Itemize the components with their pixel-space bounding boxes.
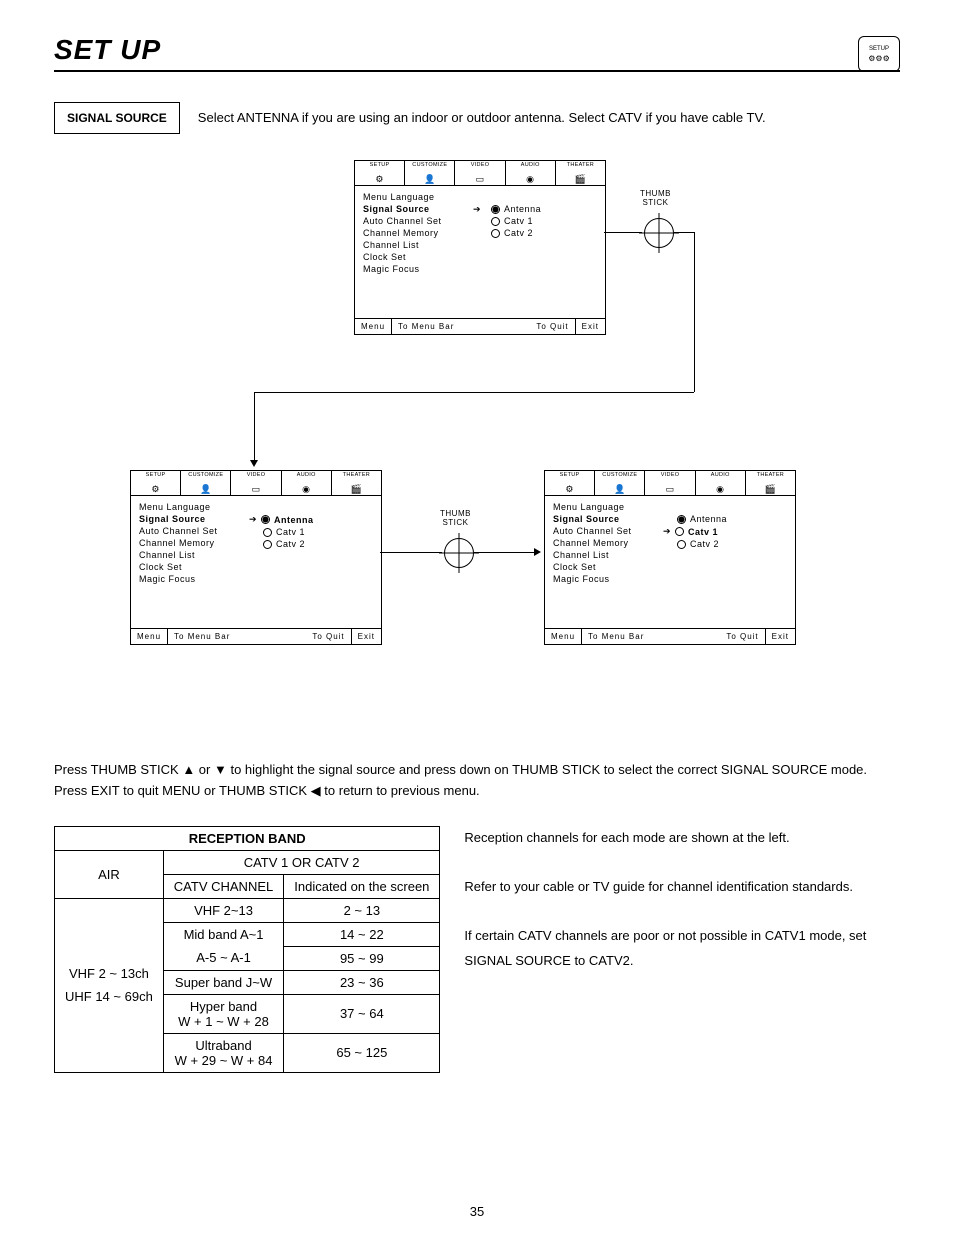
thumb-label-1: THUMB STICK — [640, 190, 671, 208]
thumb-stick-2 — [444, 538, 474, 568]
osd-screen-1: SETUP⚙ CUSTOMIZE👤 VIDEO▭ AUDIO◉ THEATER🎬… — [354, 160, 606, 335]
corner-glyph: ⚙⚙⚙ — [868, 54, 890, 63]
osd-screen-2: SETUP⚙ CUSTOMIZE👤 VIDEO▭ AUDIO◉ THEATER🎬… — [130, 470, 382, 645]
intro-text: Select ANTENNA if you are using an indoo… — [198, 102, 900, 128]
page-number: 35 — [0, 1204, 954, 1219]
thumb-label-2: THUMB STICK — [440, 510, 471, 528]
diagram-area: SETUP⚙ CUSTOMIZE👤 VIDEO▭ AUDIO◉ THEATER🎬… — [54, 160, 900, 720]
instruction-1: Press THUMB STICK ▲ or ▼ to highlight th… — [54, 760, 900, 781]
signal-source-box: SIGNAL SOURCE — [54, 102, 180, 134]
page-title: SET UP — [54, 34, 900, 66]
reception-band-table: RECEPTION BAND AIR CATV 1 OR CATV 2 CATV… — [54, 826, 440, 1073]
title-rule — [54, 70, 900, 72]
lower-body: Press THUMB STICK ▲ or ▼ to highlight th… — [54, 760, 900, 1073]
instruction-2: Press EXIT to quit MENU or THUMB STICK ◀… — [54, 781, 900, 802]
thumb-stick-1 — [644, 218, 674, 248]
reception-notes: Reception channels for each mode are sho… — [464, 826, 900, 974]
osd-screen-3: SETUP⚙ CUSTOMIZE👤 VIDEO▭ AUDIO◉ THEATER🎬… — [544, 470, 796, 645]
tab-row: SETUP⚙ CUSTOMIZE👤 VIDEO▭ AUDIO◉ THEATER🎬 — [355, 161, 605, 186]
corner-label: SETUP — [869, 46, 889, 52]
setup-corner-icon: SETUP ⚙⚙⚙ — [858, 36, 900, 72]
